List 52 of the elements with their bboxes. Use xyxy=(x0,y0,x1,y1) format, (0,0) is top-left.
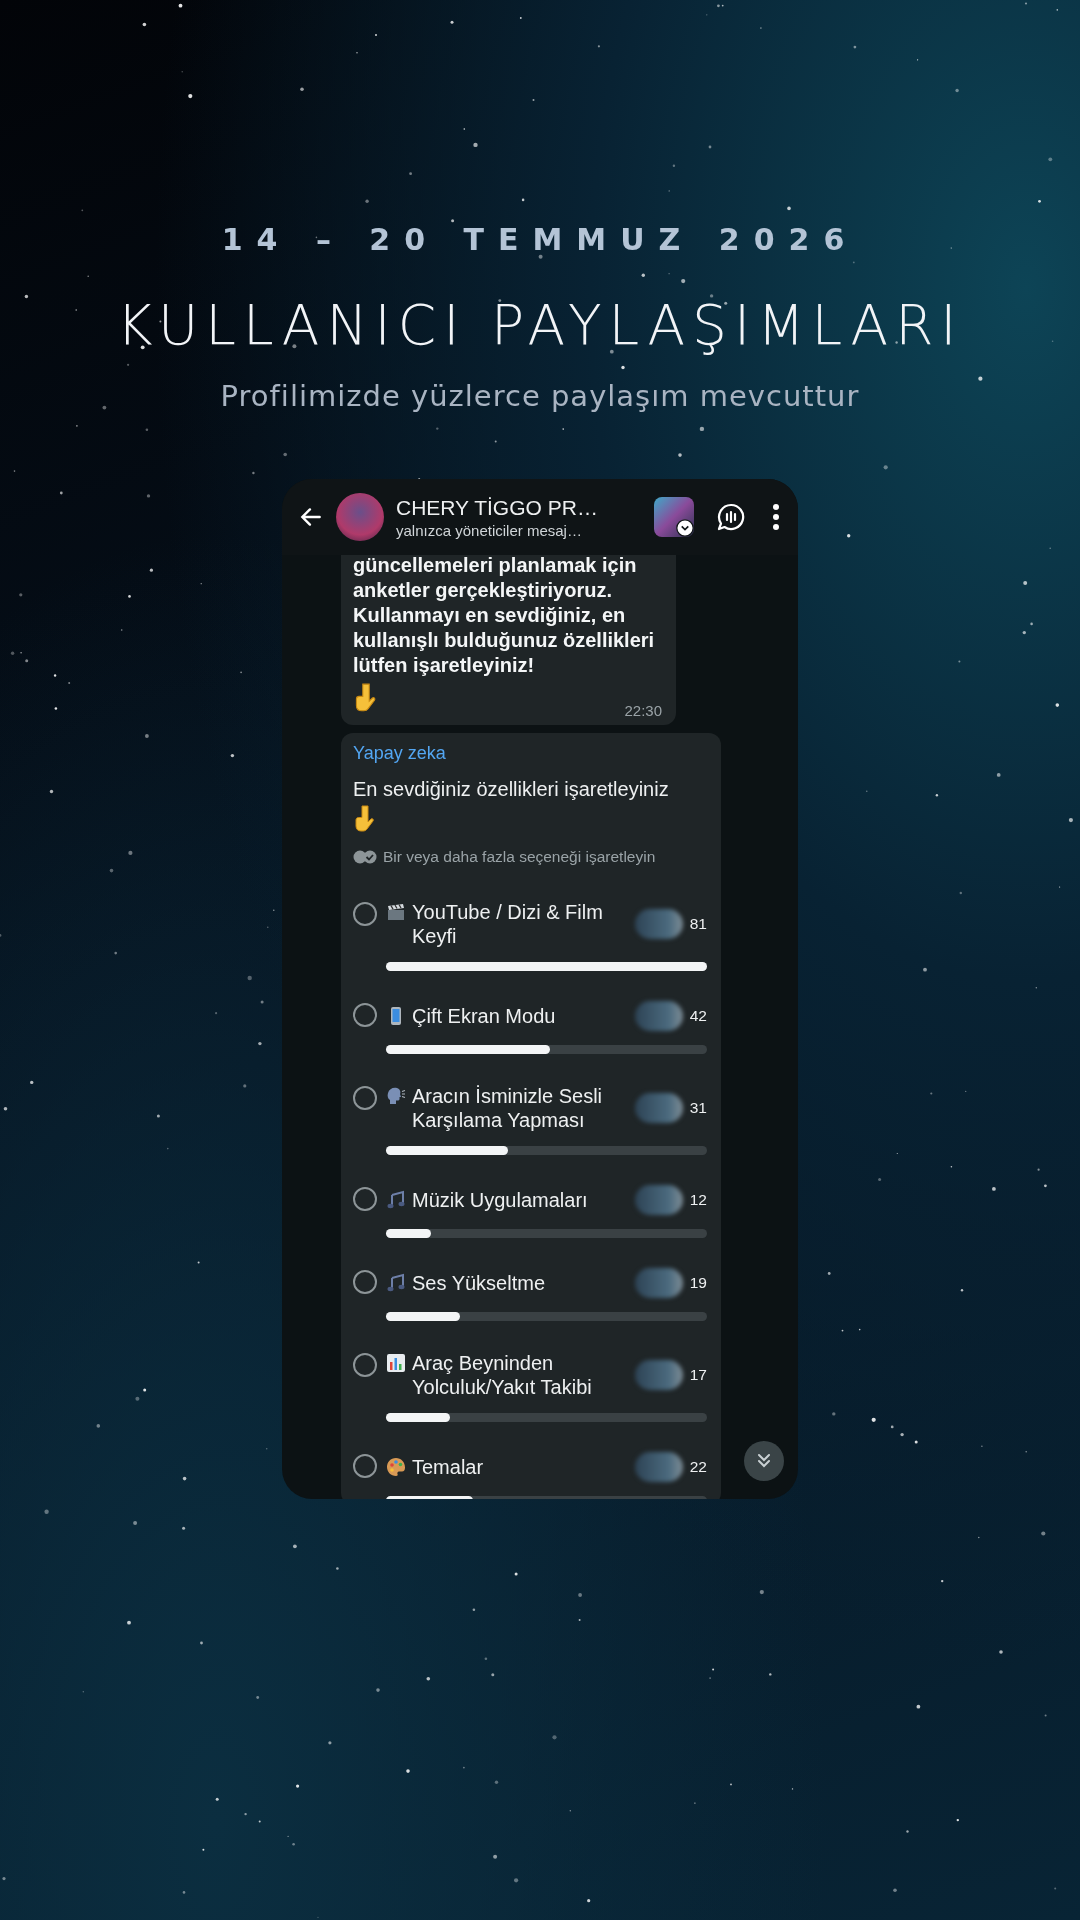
vote-count: 81 xyxy=(688,915,707,933)
option-label: YouTube / Dizi & Film Keyfi xyxy=(412,900,604,948)
vote-count: 31 xyxy=(688,1099,707,1117)
option-label: Temalar xyxy=(412,1455,484,1479)
chat-subtitle: yalnızca yöneticiler mesaj… xyxy=(396,521,583,539)
poll-hint: Bir veya daha fazla seçeneği işaretleyin xyxy=(383,848,656,866)
chevron-badge-icon xyxy=(676,519,694,537)
double-check-icon xyxy=(353,850,377,864)
chat-name[interactable]: CHERY TİGGO PR… xyxy=(396,495,642,520)
date-heading: 14 – 20 TEMMUZ 2026 xyxy=(221,222,859,257)
paint-palette-icon xyxy=(386,1457,406,1477)
more-options-icon[interactable] xyxy=(772,503,780,531)
music-notes-icon xyxy=(386,1273,406,1293)
voter-avatars xyxy=(635,1360,683,1390)
radio-button[interactable] xyxy=(353,1454,377,1478)
group-avatar[interactable] xyxy=(336,493,384,541)
scroll-down-button[interactable] xyxy=(744,1441,784,1481)
option-label: Çift Ekran Modu xyxy=(412,1004,556,1028)
bar-chart-icon xyxy=(386,1353,406,1373)
vote-count: 17 xyxy=(688,1366,707,1384)
vote-count: 12 xyxy=(688,1191,707,1209)
poster-subtitle: Profilimizde yüzlerce paylaşım mevcuttur xyxy=(220,379,860,413)
voter-avatars xyxy=(635,909,683,939)
vote-count: 19 xyxy=(688,1274,707,1292)
voter-avatars xyxy=(635,1185,683,1215)
voter-avatars xyxy=(635,1001,683,1031)
poll-question: En sevdiğiniz özellikleri işaretleyiniz xyxy=(353,777,670,802)
channel-avatar[interactable] xyxy=(654,497,694,537)
radio-button[interactable] xyxy=(353,1353,377,1377)
voter-avatars xyxy=(635,1268,683,1298)
option-label: Müzik Uygulamaları xyxy=(412,1188,588,1212)
vote-count: 42 xyxy=(688,1007,707,1025)
message-time: 22:30 xyxy=(624,702,662,719)
clapperboard-icon xyxy=(386,902,406,922)
radio-button[interactable] xyxy=(353,1187,377,1211)
option-label: Araç Beyninden Yolculuk/Yakıt Takibi xyxy=(412,1351,593,1399)
option-label: Ses Yükseltme xyxy=(412,1271,546,1295)
pointing-down-hand-icon xyxy=(353,804,377,834)
radio-button[interactable] xyxy=(353,1086,377,1110)
message-text: güncellemeleri planlamak için anketler gerçekleştiriyoruz. Kullanmayı en sevdiğiniz, en kullanışlı bulduğunuz özellikleri lütfen işaretleyiniz! xyxy=(353,553,656,678)
radio-button[interactable] xyxy=(353,1003,377,1027)
voice-chat-icon[interactable] xyxy=(716,502,746,532)
voter-avatars xyxy=(635,1452,683,1482)
sender-name: Yapay zeka xyxy=(353,743,447,764)
vote-count: 22 xyxy=(688,1458,707,1476)
radio-button[interactable] xyxy=(353,1270,377,1294)
music-notes-icon xyxy=(386,1190,406,1210)
option-label: Aracın İsminizle Sesli Karşılama Yapması xyxy=(412,1084,604,1132)
poster-title: KULLANICI PAYLAŞIMLARI xyxy=(116,293,964,357)
voter-avatars xyxy=(635,1093,683,1123)
radio-button[interactable] xyxy=(353,902,377,926)
speaking-head-icon xyxy=(386,1086,406,1106)
